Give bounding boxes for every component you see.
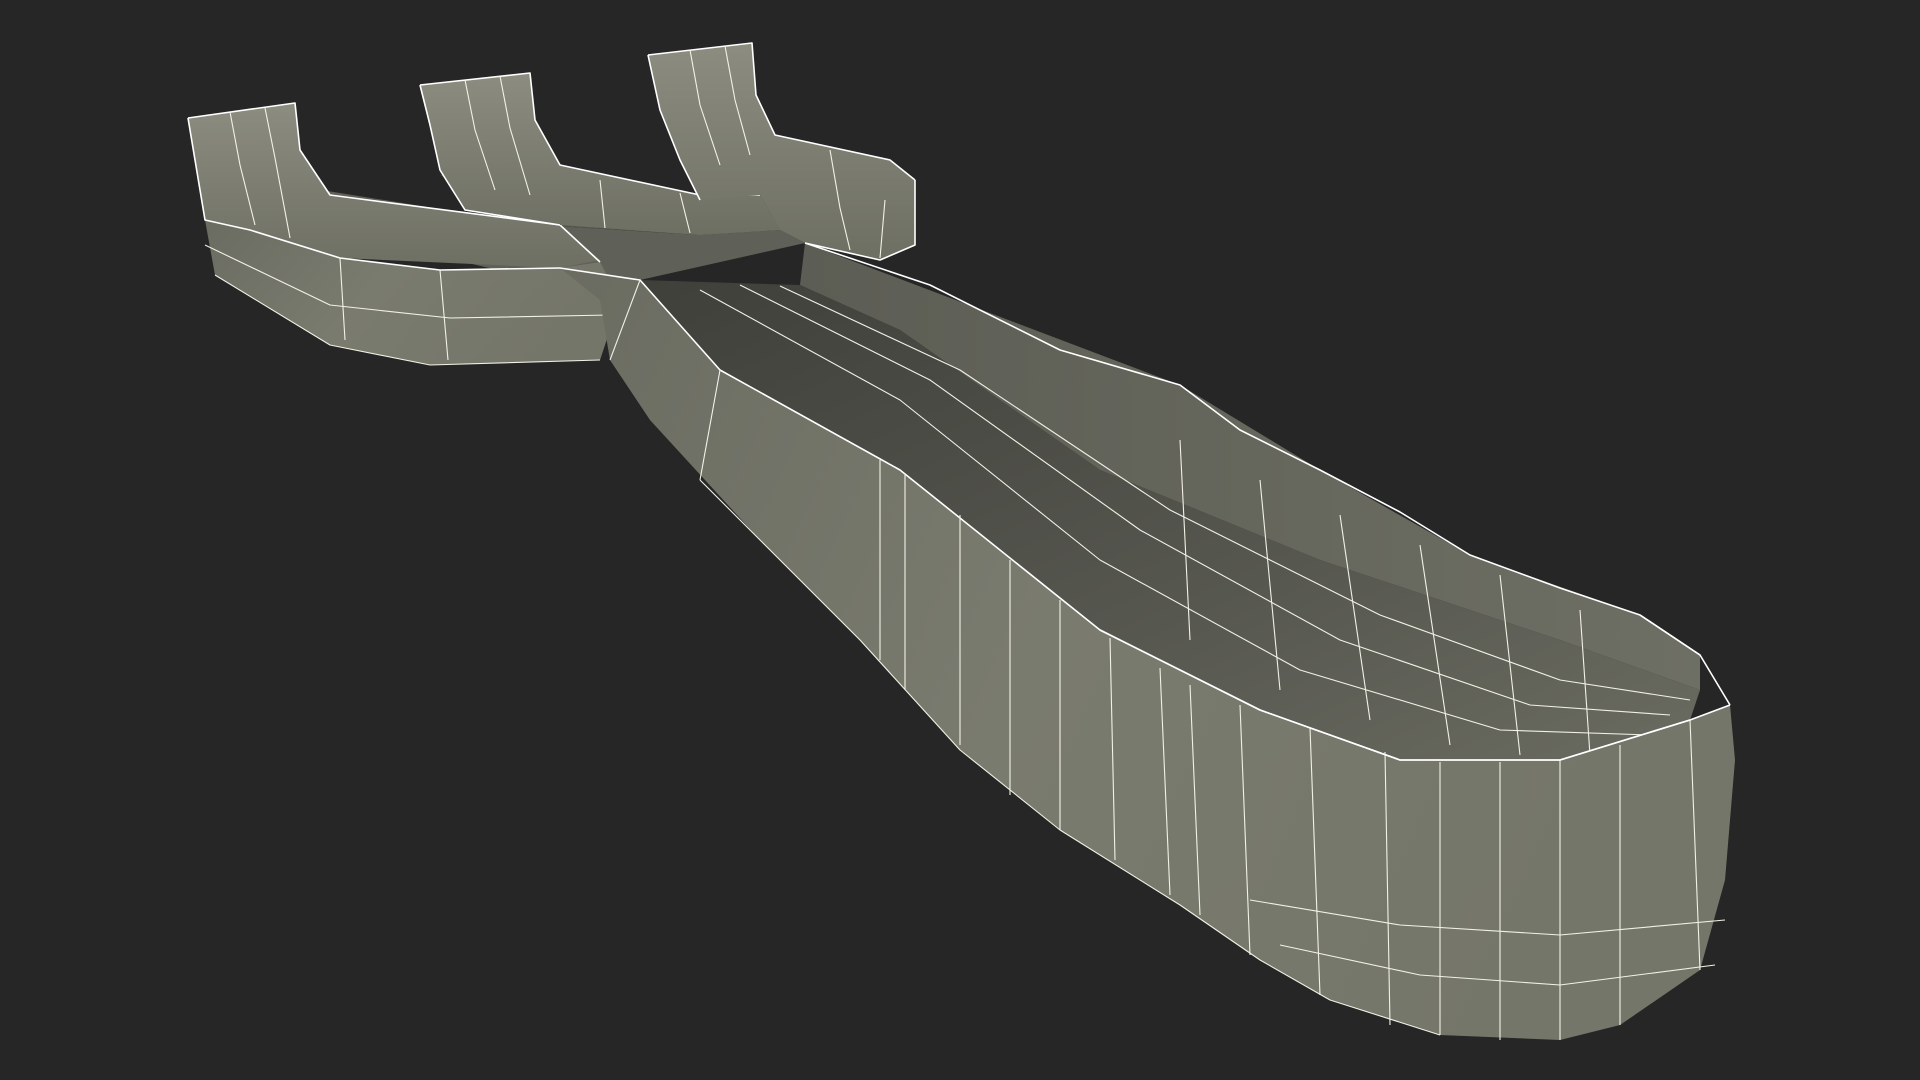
wireframe-model [187, 42, 1735, 1040]
prong-left [187, 102, 620, 366]
render-viewport [0, 0, 1920, 1080]
